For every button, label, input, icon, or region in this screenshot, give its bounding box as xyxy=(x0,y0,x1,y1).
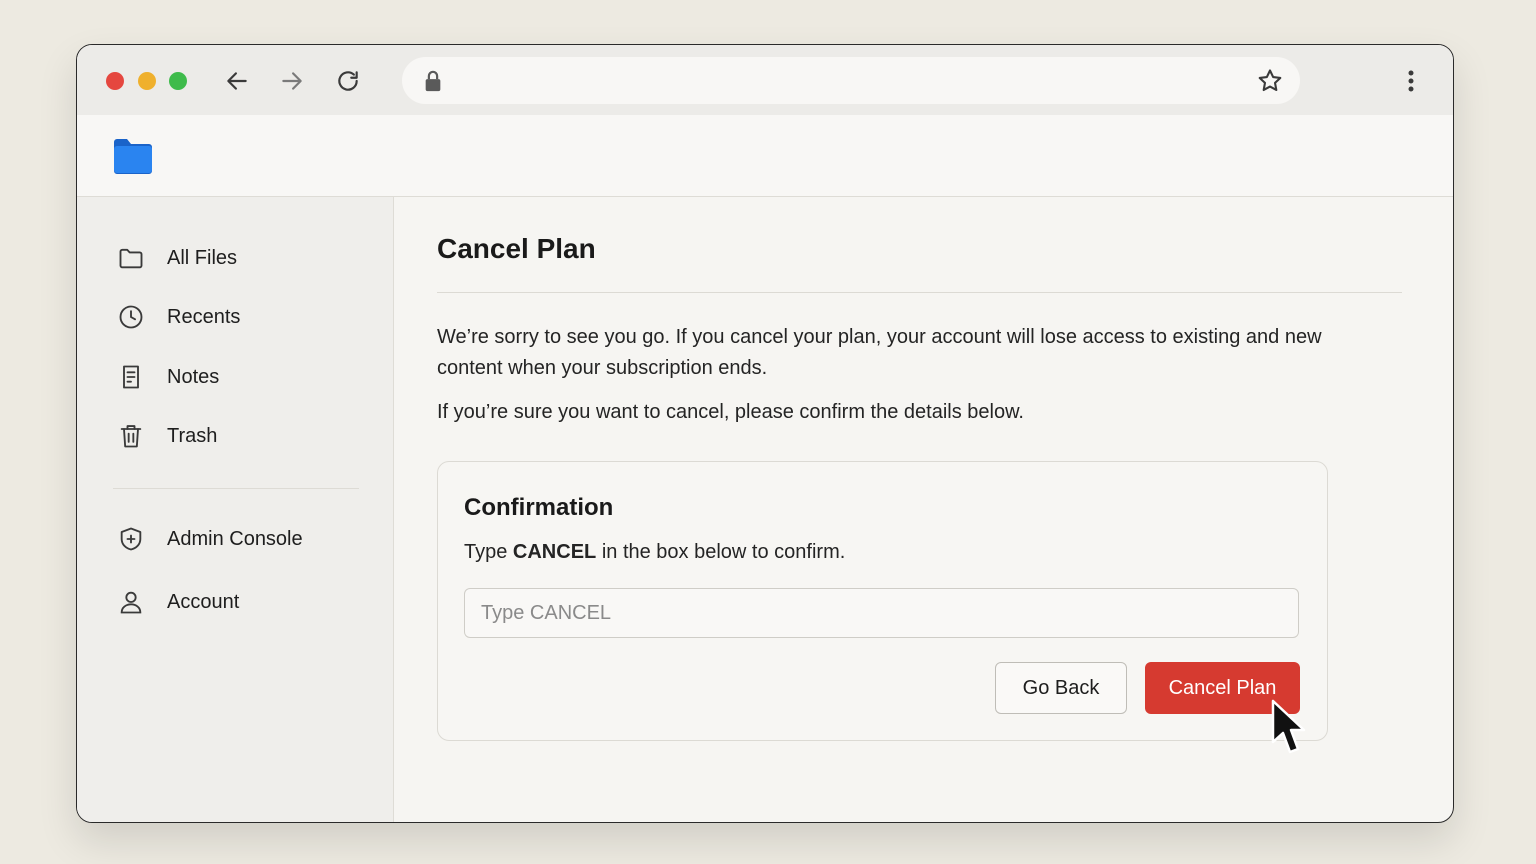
reload-icon xyxy=(338,71,358,91)
card-title: Confirmation xyxy=(464,494,614,521)
close-window-button[interactable] xyxy=(106,72,124,90)
instruction-keyword: CANCEL xyxy=(512,541,597,563)
folder-logo-icon[interactable] xyxy=(112,138,154,174)
shield-plus-icon xyxy=(117,525,145,553)
sidebar-item-label: All Files xyxy=(167,246,238,269)
warning-paragraph: We’re sorry to see you go. If you cancel… xyxy=(437,326,1322,379)
sidebar-item-recents[interactable]: Recents xyxy=(117,299,240,335)
confirmation-instruction: Type CANCEL in the box below to confirm. xyxy=(464,541,845,564)
sidebar-item-admin-console[interactable]: Admin Console xyxy=(117,521,303,557)
confirmation-card: Confirmation Type CANCEL in the box belo… xyxy=(437,461,1328,741)
browser-toolbar xyxy=(77,45,1453,115)
title-divider xyxy=(437,292,1402,293)
sidebar-item-trash[interactable]: Trash xyxy=(117,418,217,454)
sidebar-item-label: Account xyxy=(167,590,240,613)
lock-icon xyxy=(425,70,441,92)
main-content: Cancel Plan We’re sorry to see you go. I… xyxy=(394,197,1453,822)
sidebar-item-label: Recents xyxy=(167,305,241,328)
cancel-plan-button[interactable]: Cancel Plan xyxy=(1145,662,1300,714)
reload-button[interactable] xyxy=(332,65,364,97)
app-header xyxy=(77,115,1453,197)
sidebar-item-all-files[interactable]: All Files xyxy=(117,240,237,276)
confirm-paragraph: If you’re sure you want to cancel, pleas… xyxy=(437,401,1024,423)
instruction-prefix: Type xyxy=(464,541,513,563)
sidebar: All Files Recents Notes Trash Admin Cons… xyxy=(77,197,394,822)
maximize-window-button[interactable] xyxy=(169,72,187,90)
browser-window: All Files Recents Notes Trash Admin Cons… xyxy=(76,44,1454,823)
arrow-right-icon xyxy=(282,72,302,90)
user-icon xyxy=(117,588,145,616)
folder-icon xyxy=(117,244,145,272)
trash-icon xyxy=(117,422,145,450)
sidebar-item-label: Admin Console xyxy=(167,527,303,550)
forward-button[interactable] xyxy=(276,65,308,97)
address-bar[interactable] xyxy=(402,57,1300,104)
sidebar-item-account[interactable]: Account xyxy=(117,584,239,620)
sidebar-item-label: Notes xyxy=(167,365,220,388)
minimize-window-button[interactable] xyxy=(138,72,156,90)
confirm-cancel-input[interactable] xyxy=(464,588,1299,638)
go-back-button[interactable]: Go Back xyxy=(995,662,1127,714)
instruction-suffix: in the box below to confirm. xyxy=(596,541,846,563)
back-button[interactable] xyxy=(221,65,253,97)
sidebar-item-notes[interactable]: Notes xyxy=(117,359,219,395)
star-icon[interactable] xyxy=(1256,67,1284,95)
page-title: Cancel Plan xyxy=(437,233,596,264)
clock-icon xyxy=(117,303,145,331)
sidebar-divider xyxy=(113,488,359,489)
sidebar-item-label: Trash xyxy=(167,424,218,447)
arrow-left-icon xyxy=(227,72,247,90)
kebab-menu-icon[interactable] xyxy=(1399,65,1423,97)
note-icon xyxy=(117,363,145,391)
